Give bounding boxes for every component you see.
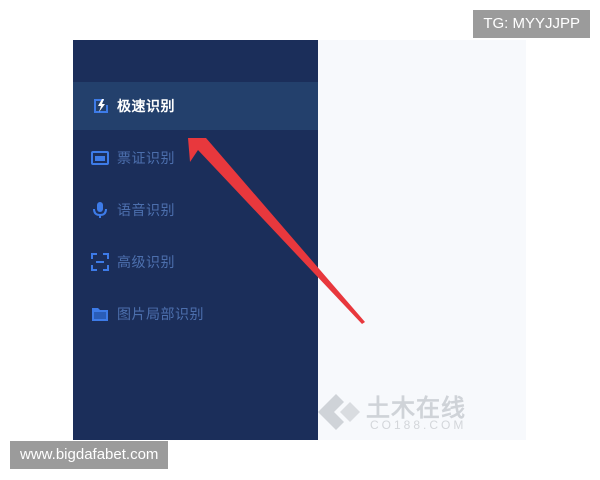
flash-icon: [91, 97, 109, 115]
top-watermark: TG: MYYJJPP: [473, 10, 590, 38]
sidebar-item-image-partial-recognition[interactable]: 图片局部识别: [73, 290, 318, 338]
sidebar-item-label: 语音识别: [117, 203, 175, 219]
sidebar-item-label: 图片局部识别: [117, 307, 204, 323]
sidebar-item-voice-recognition[interactable]: 语音识别: [73, 186, 318, 234]
sidebar-item-label: 高级识别: [117, 255, 175, 271]
sidebar-item-ticket-recognition[interactable]: 票证识别: [73, 134, 318, 182]
bottom-watermark: www.bigdafabet.com: [10, 441, 169, 469]
sidebar: 极速识别 票证识别 语音识别 高级识别 图片局部识别: [73, 40, 318, 440]
sidebar-item-fast-recognition[interactable]: 极速识别: [73, 82, 318, 130]
card-icon: [91, 149, 109, 167]
microphone-icon: [91, 201, 109, 219]
sidebar-item-label: 极速识别: [117, 99, 175, 115]
scan-frame-icon: [91, 253, 109, 271]
app-window: 极速识别 票证识别 语音识别 高级识别 图片局部识别: [73, 40, 526, 440]
image-folder-icon: [91, 305, 109, 323]
sidebar-item-advanced-recognition[interactable]: 高级识别: [73, 238, 318, 286]
sidebar-item-label: 票证识别: [117, 151, 175, 167]
content-area: [318, 40, 526, 440]
